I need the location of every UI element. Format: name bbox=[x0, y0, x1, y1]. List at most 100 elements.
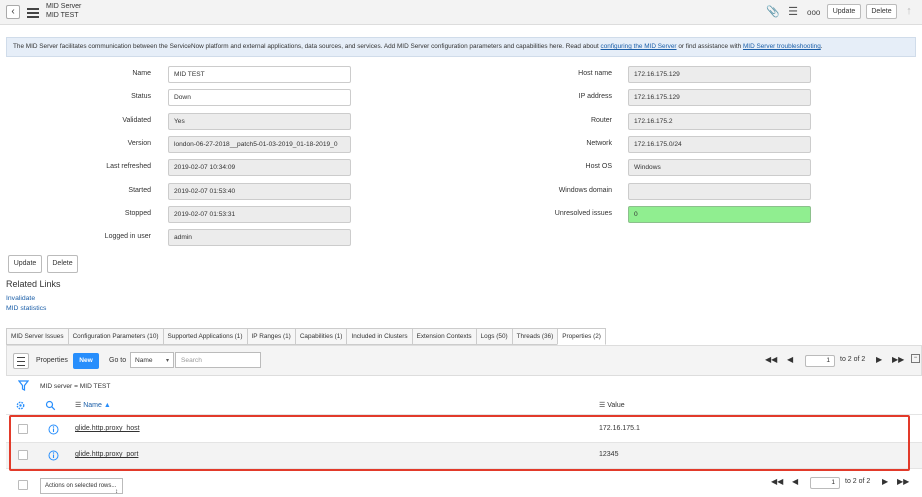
column-menu-icon: ☰ bbox=[599, 402, 608, 409]
form-label: Last refreshed bbox=[106, 163, 151, 171]
form-label: Host name bbox=[578, 70, 612, 77]
goto-label: Go to bbox=[109, 357, 127, 364]
tab-0[interactable]: MID Server Issues bbox=[6, 328, 68, 345]
goto-field-select[interactable]: Name ▾ bbox=[130, 352, 174, 368]
filter-breadcrumb[interactable]: MID server = MID TEST bbox=[40, 383, 110, 390]
mid-statistics-link[interactable]: MID statistics bbox=[6, 305, 46, 312]
settings-sliders-icon[interactable]: ☰ bbox=[786, 5, 800, 19]
form-field[interactable]: Down bbox=[168, 89, 351, 107]
form-field: london-06-27-2018__patch5-01-03-2019_01-… bbox=[168, 135, 351, 153]
form-field: 2019-02-07 01:53:31 bbox=[168, 205, 351, 223]
update-button[interactable]: Update bbox=[827, 4, 861, 19]
form-label: Stopped bbox=[124, 209, 151, 217]
form-label: Logged in user bbox=[104, 233, 151, 241]
attachment-icon[interactable]: 📎 bbox=[766, 5, 780, 19]
actions-select[interactable]: Actions on selected rows... ↕ bbox=[40, 478, 123, 495]
value-column-label: Value bbox=[607, 402, 625, 409]
value-column-header[interactable]: ☰ Value bbox=[599, 401, 625, 409]
gear-icon[interactable] bbox=[15, 400, 26, 413]
list-header-row bbox=[6, 398, 922, 415]
tab-1[interactable]: Configuration Parameters (10) bbox=[67, 328, 163, 345]
form-label: Router bbox=[590, 116, 612, 124]
filter-icon[interactable] bbox=[17, 380, 30, 393]
tab-4[interactable]: Capabilities (1) bbox=[294, 328, 347, 345]
info-text: The MID Server facilitates communication… bbox=[13, 43, 601, 50]
invalidate-link[interactable]: Invalidate bbox=[6, 295, 35, 302]
search-icon[interactable] bbox=[45, 400, 56, 413]
tab-3[interactable]: IP Ranges (1) bbox=[246, 328, 295, 345]
page-total-bottom: to 2 of 2 bbox=[845, 478, 871, 485]
related-links-title: Related Links bbox=[6, 279, 61, 289]
form-label: IP address bbox=[578, 93, 612, 101]
form-label: Started bbox=[128, 186, 151, 194]
form-delete-button[interactable]: Delete bbox=[47, 255, 78, 273]
goto-field-value: Name bbox=[135, 357, 153, 364]
form-field: Yes bbox=[168, 112, 351, 130]
form-label: Version bbox=[127, 139, 151, 147]
first-page-icon[interactable]: ◀◀ bbox=[765, 355, 777, 364]
form-update-button[interactable]: Update bbox=[8, 255, 42, 273]
column-menu-icon: ☰ bbox=[75, 402, 84, 409]
first-page-icon-bottom[interactable]: ◀◀ bbox=[771, 477, 783, 486]
form-field: 172.16.175.129 bbox=[628, 89, 811, 107]
form-field: 0 bbox=[628, 205, 811, 223]
list-menu-icon[interactable] bbox=[13, 353, 29, 369]
tab-9[interactable]: Properties (2) bbox=[557, 328, 606, 345]
prev-page-icon[interactable]: ◀ bbox=[787, 355, 793, 364]
tab-8[interactable]: Threads (36) bbox=[511, 328, 558, 345]
form-field: Windows bbox=[628, 159, 811, 177]
delete-button[interactable]: Delete bbox=[866, 4, 897, 19]
highlight-box bbox=[9, 415, 910, 471]
back-icon[interactable]: ‹ bbox=[6, 5, 20, 19]
configuring-link[interactable]: configuring the MID Server bbox=[601, 43, 677, 50]
form-field: 172.16.175.2 bbox=[628, 112, 811, 130]
actions-label: Actions on selected rows... bbox=[45, 483, 117, 489]
page-total: to 2 of 2 bbox=[840, 356, 866, 363]
form-field: 172.16.175.0/24 bbox=[628, 135, 811, 153]
next-page-icon-bottom[interactable]: ▶ bbox=[882, 477, 888, 486]
form-label: Unresolved issues bbox=[554, 209, 612, 217]
sort-asc-icon: ▲ bbox=[101, 402, 111, 409]
more-icon[interactable]: ooo bbox=[807, 8, 820, 17]
page-subtitle: MID TEST bbox=[46, 12, 79, 19]
last-page-icon-bottom[interactable]: ▶▶ bbox=[897, 477, 909, 486]
related-list-tabs: MID Server Issues Configuration Parameter… bbox=[6, 328, 606, 345]
tab-6[interactable]: Extension Contexts bbox=[411, 328, 476, 345]
info-text-end: . bbox=[820, 43, 823, 50]
page-input[interactable]: 1 bbox=[805, 355, 835, 367]
form-label: Windows domain bbox=[558, 186, 612, 194]
tab-2[interactable]: Supported Applications (1) bbox=[162, 328, 247, 345]
name-column-label: Name bbox=[83, 402, 102, 409]
form-header bbox=[0, 0, 922, 25]
form-field[interactable]: MID TEST bbox=[168, 66, 351, 83]
prev-page-icon-bottom[interactable]: ◀ bbox=[792, 477, 798, 486]
chevron-updown-icon: ↕ bbox=[115, 489, 118, 495]
info-banner: The MID Server facilitates communication… bbox=[6, 37, 916, 57]
page-input-bottom[interactable]: 1 bbox=[810, 477, 840, 489]
form-label: Network bbox=[586, 139, 612, 147]
new-button[interactable]: New bbox=[73, 353, 99, 369]
form-field: admin bbox=[168, 229, 351, 247]
page-title: MID Server bbox=[46, 3, 82, 10]
troubleshooting-link[interactable]: MID Server troubleshooting bbox=[743, 43, 821, 50]
form-field bbox=[628, 182, 811, 200]
form-label: Host OS bbox=[585, 163, 612, 171]
form-label: Validated bbox=[122, 116, 151, 124]
last-page-icon[interactable]: ▶▶ bbox=[892, 355, 904, 364]
info-text-middle: or find assistance with bbox=[676, 43, 743, 50]
list-search-input[interactable]: Search bbox=[175, 352, 261, 368]
form-field: 2019-02-07 01:53:40 bbox=[168, 182, 351, 200]
form-field: 172.16.175.129 bbox=[628, 66, 811, 83]
chevron-down-icon: ▾ bbox=[165, 358, 169, 364]
select-all-checkbox[interactable] bbox=[18, 480, 28, 490]
form-label: Status bbox=[131, 93, 151, 101]
up-arrow-icon[interactable]: ↑ bbox=[902, 4, 916, 18]
name-column-header[interactable]: ☰ Name ▲ bbox=[75, 401, 111, 409]
tab-5[interactable]: Included in Clusters bbox=[346, 328, 412, 345]
collapse-icon[interactable]: − bbox=[911, 354, 920, 363]
list-title: Properties bbox=[36, 357, 68, 364]
tab-7[interactable]: Logs (50) bbox=[475, 328, 512, 345]
next-page-icon[interactable]: ▶ bbox=[876, 355, 882, 364]
form-field: 2019-02-07 10:34:09 bbox=[168, 159, 351, 177]
menu-icon[interactable] bbox=[27, 6, 39, 18]
